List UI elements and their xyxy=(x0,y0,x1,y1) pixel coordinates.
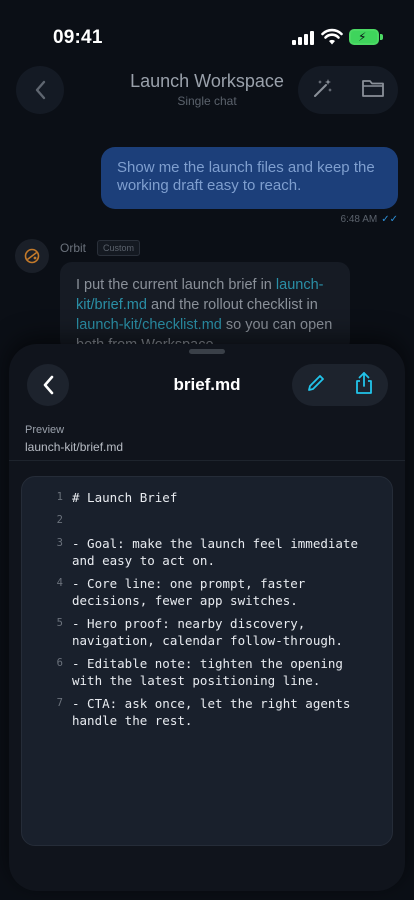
code-line: 4 - Core line: one prompt, faster decisi… xyxy=(22,575,392,609)
line-number: 2 xyxy=(56,514,63,526)
header-actions xyxy=(298,66,398,114)
line-text xyxy=(72,512,372,529)
signal-icon xyxy=(292,29,316,45)
sheet-grabber[interactable] xyxy=(189,349,225,354)
line-number: 6 xyxy=(56,657,63,669)
user-message[interactable]: Show me the launch files and keep the wo… xyxy=(101,147,398,209)
line-number: 3 xyxy=(56,537,63,549)
file-preview-sheet: brief.md Preview launch-kit/brief.md 1 #… xyxy=(9,344,405,891)
line-number: 1 xyxy=(56,491,63,503)
code-line: 5 - Hero proof: nearby discovery, naviga… xyxy=(22,615,392,649)
status-bar: 09:41 ⚡ xyxy=(0,0,414,70)
message-timestamp: 6:48 AM ✓✓ xyxy=(340,214,398,225)
bot-message: I put the current launch brief in launch… xyxy=(60,262,350,353)
bot-name: Orbit xyxy=(60,241,87,255)
share-icon xyxy=(356,371,372,394)
line-number: 4 xyxy=(56,577,63,589)
share-button[interactable] xyxy=(353,371,375,400)
bot-logo-icon xyxy=(24,248,40,264)
code-line: 2 xyxy=(22,512,392,529)
code-line: 1 # Launch Brief xyxy=(22,489,392,506)
magic-wand-icon[interactable] xyxy=(311,76,335,105)
line-number: 7 xyxy=(56,697,63,709)
code-editor[interactable]: 1 # Launch Brief 2 3 - Goal: make the la… xyxy=(21,476,393,846)
code-line: 7 - CTA: ask once, let the right agents … xyxy=(22,695,392,729)
line-text: - CTA: ask once, let the right agents ha… xyxy=(72,696,351,728)
line-text: - Hero proof: nearby discovery, navigati… xyxy=(72,616,343,648)
preview-label: Preview xyxy=(25,424,65,436)
pencil-icon xyxy=(308,374,324,391)
line-text: - Editable note: tighten the opening wit… xyxy=(72,656,343,688)
code-line: 6 - Editable note: tighten the opening w… xyxy=(22,655,392,689)
wifi-icon xyxy=(321,28,343,45)
line-text: # Launch Brief xyxy=(72,490,178,505)
line-text: - Core line: one prompt, faster decision… xyxy=(72,576,306,608)
edit-button[interactable] xyxy=(305,372,327,399)
status-time: 09:41 xyxy=(53,27,103,48)
divider xyxy=(9,460,405,461)
line-text: - Goal: make the launch feel immediate a… xyxy=(72,536,358,568)
folder-icon[interactable] xyxy=(361,77,385,104)
sheet-actions xyxy=(292,364,388,406)
custom-badge: Custom xyxy=(97,240,141,256)
code-line: 3 - Goal: make the launch feel immediate… xyxy=(22,535,392,569)
chat-header: Launch Workspace Single chat xyxy=(0,62,414,122)
preview-path: launch-kit/brief.md xyxy=(25,440,124,454)
avatar[interactable] xyxy=(15,239,49,273)
line-number: 5 xyxy=(56,617,63,629)
checklist-file-link[interactable]: launch-kit/checklist.md xyxy=(76,317,222,333)
read-receipt-icon: ✓✓ xyxy=(381,214,398,225)
battery-icon: ⚡ xyxy=(349,29,379,45)
